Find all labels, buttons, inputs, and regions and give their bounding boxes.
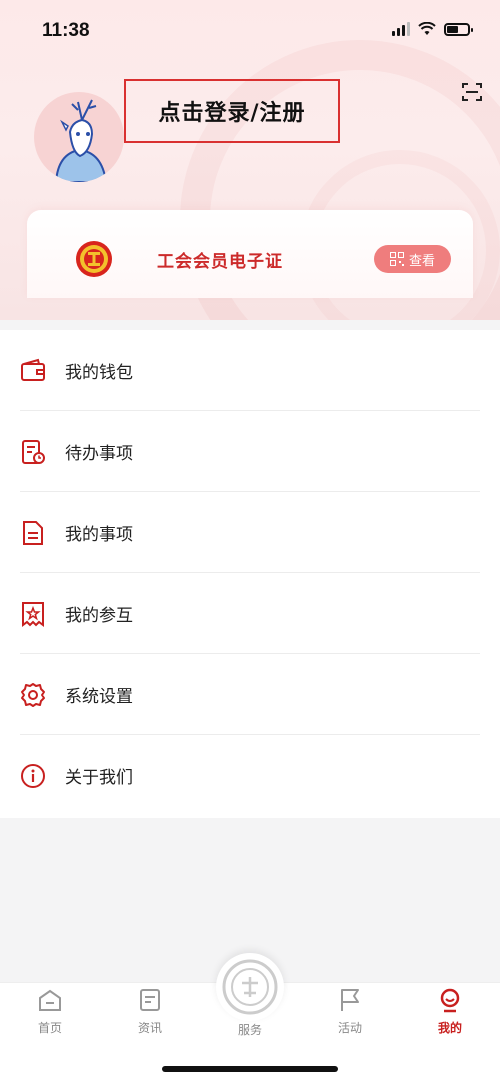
tab-news-label: 资讯 <box>137 1021 162 1035</box>
menu-item-label: 待办事项 <box>65 444 133 464</box>
tab-news[interactable]: 资讯 <box>100 987 200 1047</box>
signal-icon <box>392 22 410 36</box>
home-indicator <box>162 1066 338 1072</box>
menu-item-label: 我的参互 <box>65 606 133 626</box>
menu-item-wallet[interactable]: 我的钱包 <box>0 330 500 411</box>
member-card[interactable]: 工会会员电子证 查看 <box>27 210 473 298</box>
menu-list: 我的钱包 待办事项 我的事项 我的参互 系统设置 关于我们 <box>0 330 500 818</box>
service-icon <box>222 959 278 1015</box>
home-icon <box>39 989 61 1011</box>
login-register-button[interactable]: 点击登录/注册 <box>124 79 340 143</box>
tab-home[interactable]: 首页 <box>0 987 100 1047</box>
profile-icon <box>440 988 460 1013</box>
status-bar: 11:38 <box>0 0 500 60</box>
todo-icon <box>22 439 45 464</box>
menu-item-todo[interactable]: 待办事项 <box>0 411 500 492</box>
qr-code-icon <box>389 252 404 266</box>
menu-item-about[interactable]: 关于我们 <box>0 735 500 816</box>
tab-home-label: 首页 <box>37 1021 62 1035</box>
view-card-label: 查看 <box>408 253 435 269</box>
menu-item-label: 关于我们 <box>65 768 133 788</box>
tab-mine-label: 我的 <box>437 1021 462 1035</box>
menu-item-my-items[interactable]: 我的事项 <box>0 492 500 573</box>
tab-activity-label: 活动 <box>337 1021 362 1035</box>
flag-icon <box>341 989 359 1011</box>
document-icon <box>23 520 43 545</box>
news-icon <box>140 989 160 1011</box>
avatar[interactable] <box>34 92 124 182</box>
tab-mine[interactable]: 我的 <box>400 987 500 1047</box>
wallet-icon <box>21 358 45 381</box>
status-time: 11:38 <box>42 20 90 41</box>
service-center-button[interactable] <box>216 953 284 1021</box>
menu-item-participation[interactable]: 我的参互 <box>0 573 500 654</box>
star-card-icon <box>22 601 44 627</box>
tab-service-label: 服务 <box>237 1023 262 1037</box>
member-card-title: 工会会员电子证 <box>157 252 283 272</box>
menu-item-settings[interactable]: 系统设置 <box>0 654 500 735</box>
battery-icon <box>444 22 473 36</box>
gear-icon <box>21 682 45 707</box>
menu-item-label: 我的事项 <box>65 525 133 545</box>
deer-avatar-icon <box>54 99 108 182</box>
view-card-button[interactable]: 查看 <box>374 245 451 273</box>
menu-item-label: 系统设置 <box>65 687 133 707</box>
wifi-icon <box>418 22 436 35</box>
tab-activity[interactable]: 活动 <box>300 987 400 1047</box>
info-icon <box>21 763 45 788</box>
union-badge-icon <box>76 241 112 277</box>
login-register-label: 点击登录/注册 <box>158 101 306 126</box>
scan-icon[interactable] <box>460 80 484 104</box>
menu-item-label: 我的钱包 <box>65 363 133 383</box>
